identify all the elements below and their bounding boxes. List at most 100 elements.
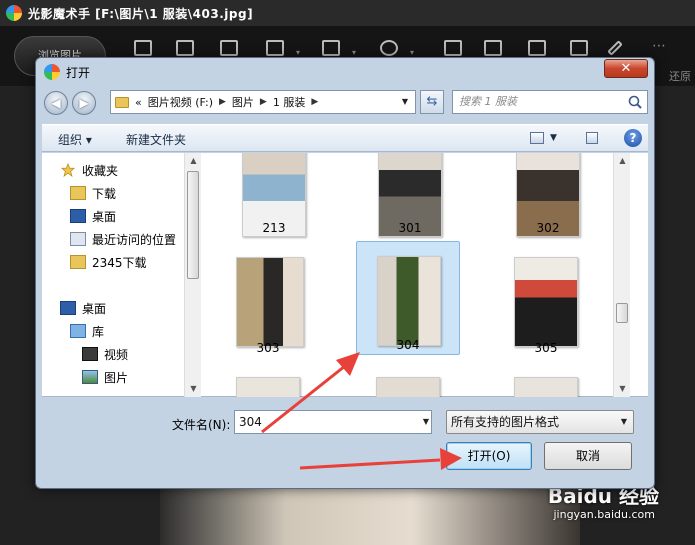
- filename-field[interactable]: 304 ▼: [234, 410, 432, 434]
- download-folder-icon: [70, 186, 86, 200]
- file-label: 305: [534, 341, 558, 355]
- filename-value: 304: [239, 415, 262, 429]
- image-adjust-icon[interactable]: [134, 40, 152, 56]
- file-item[interactable]: 213: [222, 153, 326, 237]
- view-dropdown-icon[interactable]: ▼: [550, 133, 557, 143]
- undo-button[interactable]: 还原: [669, 68, 691, 84]
- filename-dropdown-icon[interactable]: ▼: [423, 411, 429, 433]
- file-thumbnail: [236, 377, 300, 397]
- file-item-partial[interactable]: [494, 363, 598, 397]
- sidebar-item-label: 图片: [104, 370, 129, 385]
- file-item-selected[interactable]: 304: [356, 241, 460, 355]
- file-item-partial[interactable]: [216, 363, 320, 397]
- scrollbar-thumb[interactable]: [616, 303, 628, 323]
- sidebar-item-label: 下载: [92, 186, 117, 201]
- breadcrumb-pictures[interactable]: 图片: [232, 94, 254, 110]
- file-thumbnail: [377, 256, 441, 346]
- sidebar-item-desktop-root[interactable]: 桌面: [60, 297, 106, 319]
- address-dropdown-icon[interactable]: ▼: [397, 93, 413, 111]
- picture-library-icon: [82, 370, 98, 384]
- sidebar-item-desktop[interactable]: 桌面: [70, 205, 116, 227]
- sidebar-item-label: 最近访问的位置: [92, 232, 177, 247]
- sidebar-item-downloads[interactable]: 下载: [70, 182, 116, 204]
- sidebar-item-pictures[interactable]: 图片: [82, 366, 128, 388]
- breadcrumb-drive[interactable]: 图片视频 (F:): [148, 94, 213, 110]
- resize-icon[interactable]: [266, 40, 284, 56]
- open-button[interactable]: 打开(O): [446, 442, 532, 470]
- help-icon[interactable]: ?: [624, 129, 642, 147]
- save-icon[interactable]: [176, 40, 194, 56]
- app-logo-icon: [6, 5, 22, 21]
- collage-icon[interactable]: [528, 40, 546, 56]
- navigation-row: ◀ ▶ « 图片视频 (F:) ▶ 图片 ▶ 1 服装 ▶ ▼ ⇆ 搜索 1 服…: [44, 90, 648, 116]
- export-icon[interactable]: [220, 40, 238, 56]
- back-arrow-icon[interactable]: ◀: [44, 91, 68, 115]
- breadcrumb-clothing[interactable]: 1 服装: [273, 94, 306, 110]
- sidebar-item-videos[interactable]: 视频: [82, 343, 128, 365]
- dialog-content: 收藏夹 下载 桌面 最近访问的位置 2345下载 桌面 库 视频 图片 ▲ ▼ …: [42, 153, 648, 397]
- search-icon[interactable]: [627, 94, 643, 110]
- crop-icon[interactable]: [322, 40, 340, 56]
- breadcrumb-separator-icon[interactable]: ▶: [311, 97, 318, 107]
- new-folder-button[interactable]: 新建文件夹: [126, 131, 186, 148]
- file-item-partial[interactable]: [356, 363, 460, 397]
- refresh-icon[interactable]: ⇆: [420, 90, 444, 114]
- organize-menu[interactable]: 组织 ▾: [58, 131, 92, 148]
- photo-preview: [160, 484, 580, 545]
- frame-icon[interactable]: [444, 40, 462, 56]
- sidebar-item-label: 收藏夹: [82, 163, 119, 178]
- file-label: 303: [256, 341, 280, 355]
- watermark-url: jingyan.baidu.com: [553, 508, 655, 521]
- sidebar-item-label: 桌面: [82, 301, 107, 316]
- sidebar-item-libraries[interactable]: 库: [70, 320, 104, 342]
- file-thumbnail: [376, 377, 440, 397]
- resize-caret-icon[interactable]: ▾: [296, 48, 300, 57]
- file-item[interactable]: 305: [494, 243, 598, 357]
- scroll-up-arrow-icon[interactable]: ▲: [185, 153, 202, 169]
- view-options-icon[interactable]: [530, 132, 544, 144]
- folder-icon: [115, 96, 129, 108]
- star-icon: [60, 163, 76, 177]
- address-bar[interactable]: « 图片视频 (F:) ▶ 图片 ▶ 1 服装 ▶ ▼: [110, 90, 416, 114]
- preview-pane-icon[interactable]: [586, 132, 598, 144]
- filename-label: 文件名(N):: [172, 418, 231, 432]
- breadcrumb-separator-icon[interactable]: ▶: [260, 97, 267, 107]
- forward-arrow-icon[interactable]: ▶: [72, 91, 96, 115]
- sidebar-item-favorites[interactable]: 收藏夹: [60, 159, 118, 181]
- more-icon[interactable]: ⋯: [652, 38, 666, 54]
- scrollbar-thumb[interactable]: [187, 171, 199, 279]
- dialog-titlebar: 打开 ✕: [36, 58, 654, 86]
- breadcrumb-separator-icon[interactable]: ▶: [219, 97, 226, 107]
- file-type-value: 所有支持的图片格式: [451, 415, 560, 429]
- file-grid-scrollbar[interactable]: ▲ ▼: [613, 153, 630, 397]
- crop-caret-icon[interactable]: ▾: [352, 48, 356, 57]
- desktop-icon: [70, 209, 86, 223]
- search-input[interactable]: 搜索 1 服装: [452, 90, 648, 114]
- print-icon[interactable]: [570, 40, 588, 56]
- brush-icon[interactable]: [607, 40, 623, 56]
- close-button[interactable]: ✕: [604, 59, 648, 78]
- rotate-icon[interactable]: [380, 40, 398, 56]
- rotate-caret-icon[interactable]: ▾: [410, 48, 414, 57]
- file-thumbnail: [514, 377, 578, 397]
- folder-icon: [70, 255, 86, 269]
- breadcrumb-overflow[interactable]: «: [135, 96, 142, 109]
- file-type-select[interactable]: 所有支持的图片格式 ▼: [446, 410, 634, 434]
- navigation-scrollbar[interactable]: ▲ ▼: [184, 153, 201, 397]
- scroll-down-arrow-icon[interactable]: ▼: [185, 381, 202, 397]
- scroll-up-arrow-icon[interactable]: ▲: [614, 153, 630, 169]
- cancel-button[interactable]: 取消: [544, 442, 632, 470]
- file-item[interactable]: 303: [216, 243, 320, 357]
- sidebar-item-label: 视频: [104, 347, 129, 362]
- scroll-down-arrow-icon[interactable]: ▼: [614, 381, 630, 397]
- text-icon[interactable]: [484, 40, 502, 56]
- sidebar-item-label: 库: [92, 324, 105, 339]
- file-thumbnail: [236, 257, 304, 347]
- file-grid: 213 301 302 303 304 305 ▲ ▼: [202, 153, 630, 397]
- sidebar-item-2345-downloads[interactable]: 2345下载: [70, 251, 147, 273]
- file-item[interactable]: 301: [358, 153, 462, 237]
- sidebar-item-recent[interactable]: 最近访问的位置: [70, 228, 176, 250]
- file-type-dropdown-icon[interactable]: ▼: [621, 411, 627, 433]
- file-item[interactable]: 302: [496, 153, 600, 237]
- search-placeholder: 搜索 1 服装: [459, 95, 517, 108]
